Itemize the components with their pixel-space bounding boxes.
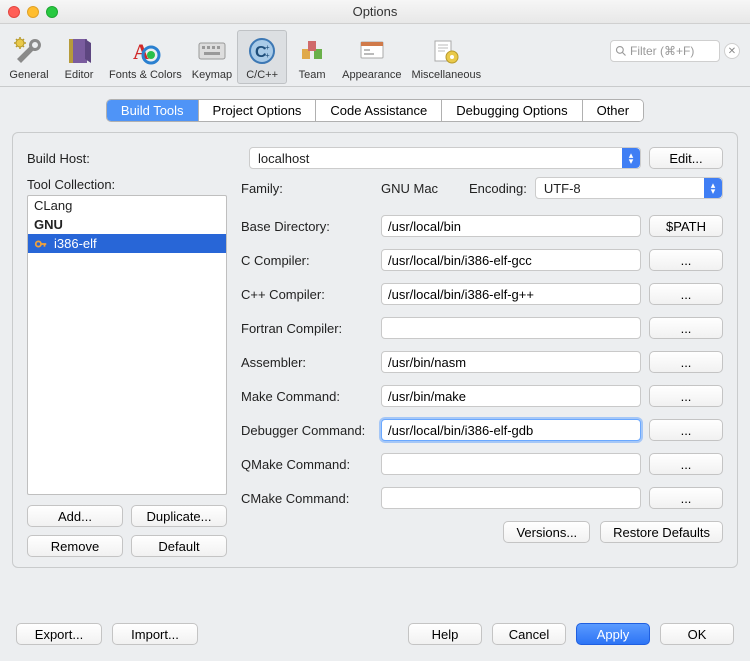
gear-wrench-icon [13,35,45,67]
export-button[interactable]: Export... [16,623,102,645]
book-icon [63,35,95,67]
browse-button[interactable]: ... [649,487,723,509]
fonts-colors-icon: A [129,35,161,67]
toolbar-item-fonts-colors[interactable]: A Fonts & Colors [104,30,187,84]
tab-other[interactable]: Other [583,100,644,121]
browse-button[interactable]: ... [649,317,723,339]
list-item-selected[interactable]: i386-elf [28,234,226,253]
path-button[interactable]: $PATH [649,215,723,237]
appearance-icon [356,35,388,67]
toolbar-item-miscellaneous[interactable]: Miscellaneous [406,30,486,84]
help-button[interactable]: Help [408,623,482,645]
family-value: GNU Mac [381,181,461,196]
encoding-select[interactable]: UTF-8 ▴▾ [535,177,723,199]
fortran-compiler-input[interactable] [381,317,641,339]
clear-filter-button[interactable]: ✕ [724,43,740,59]
filter-placeholder: Filter (⌘+F) [630,44,694,58]
toolbar-label: Appearance [342,69,401,81]
chevron-updown-icon: ▴▾ [622,148,640,168]
browse-button[interactable]: ... [649,453,723,475]
browse-button[interactable]: ... [649,419,723,441]
assembler-label: Assembler: [241,355,373,370]
keyboard-icon [196,35,228,67]
browse-button[interactable]: ... [649,283,723,305]
base-dir-input[interactable] [381,215,641,237]
default-tool-button[interactable]: Default [131,535,227,557]
filter-search-input[interactable]: Filter (⌘+F) [610,40,720,62]
versions-button[interactable]: Versions... [503,521,590,543]
import-button[interactable]: Import... [112,623,198,645]
tabs: Build Tools Project Options Code Assista… [0,87,750,132]
c-compiler-input[interactable] [381,249,641,271]
build-tools-panel: Build Host: localhost ▴▾ Edit... Tool Co… [12,132,738,568]
cmake-command-input[interactable] [381,487,641,509]
toolbar-label: Fonts & Colors [109,69,182,81]
toolbar-item-team[interactable]: Team [287,30,337,84]
toolbar-item-general[interactable]: General [4,30,54,84]
qmake-command-label: QMake Command: [241,457,373,472]
duplicate-tool-button[interactable]: Duplicate... [131,505,227,527]
cpp-compiler-input[interactable] [381,283,641,305]
cpp-compiler-label: C++ Compiler: [241,287,373,302]
toolbar-label: General [9,69,48,81]
apply-button[interactable]: Apply [576,623,650,645]
list-item[interactable]: CLang [28,196,226,215]
tab-build-tools[interactable]: Build Tools [107,100,199,121]
assembler-input[interactable] [381,351,641,373]
cancel-button[interactable]: Cancel [492,623,566,645]
toolbar-label: Miscellaneous [411,69,481,81]
c-cpp-icon: C++ [246,35,278,67]
browse-button[interactable]: ... [649,351,723,373]
add-tool-button[interactable]: Add... [27,505,123,527]
team-icon [296,35,328,67]
dialog-footer: Export... Import... Help Cancel Apply OK [0,611,750,661]
tab-debugging-options[interactable]: Debugging Options [442,100,582,121]
base-dir-label: Base Directory: [241,219,373,234]
toolbar-label: Keymap [192,69,232,81]
category-toolbar: General Editor A Fonts & Colors Keymap C… [0,24,750,87]
edit-build-host-button[interactable]: Edit... [649,147,723,169]
make-command-input[interactable] [381,385,641,407]
tab-project-options[interactable]: Project Options [199,100,317,121]
toolbar-item-c-cpp[interactable]: C++ C/C++ [237,30,287,84]
browse-button[interactable]: ... [649,385,723,407]
search-icon [615,45,627,57]
qmake-command-input[interactable] [381,453,641,475]
toolbar-label: Editor [65,69,94,81]
build-host-select[interactable]: localhost ▴▾ [249,147,641,169]
miscellaneous-icon [430,35,462,67]
browse-button[interactable]: ... [649,249,723,271]
toolbar-item-appearance[interactable]: Appearance [337,30,406,84]
encoding-label: Encoding: [469,181,527,196]
c-compiler-label: C Compiler: [241,253,373,268]
make-command-label: Make Command: [241,389,373,404]
tool-collection-list[interactable]: CLang GNU i386-elf [27,195,227,495]
toolbar-label: C/C++ [246,69,278,81]
tab-code-assistance[interactable]: Code Assistance [316,100,442,121]
build-host-value: localhost [256,151,309,166]
toolbar-item-editor[interactable]: Editor [54,30,104,84]
tool-collection-label: Tool Collection: [27,177,227,192]
build-host-label: Build Host: [27,151,241,166]
svg-text:+: + [265,51,270,60]
family-label: Family: [241,181,373,196]
restore-defaults-button[interactable]: Restore Defaults [600,521,723,543]
chevron-updown-icon: ▴▾ [704,178,722,198]
encoding-value: UTF-8 [542,181,581,196]
window-title: Options [0,4,750,19]
toolbar-item-keymap[interactable]: Keymap [187,30,237,84]
debugger-command-label: Debugger Command: [241,423,373,438]
list-item[interactable]: GNU [28,215,226,234]
key-icon [34,237,48,251]
ok-button[interactable]: OK [660,623,734,645]
remove-tool-button[interactable]: Remove [27,535,123,557]
fortran-compiler-label: Fortran Compiler: [241,321,373,336]
cmake-command-label: CMake Command: [241,491,373,506]
titlebar: Options [0,0,750,24]
debugger-command-input[interactable] [381,419,641,441]
toolbar-label: Team [299,69,326,81]
